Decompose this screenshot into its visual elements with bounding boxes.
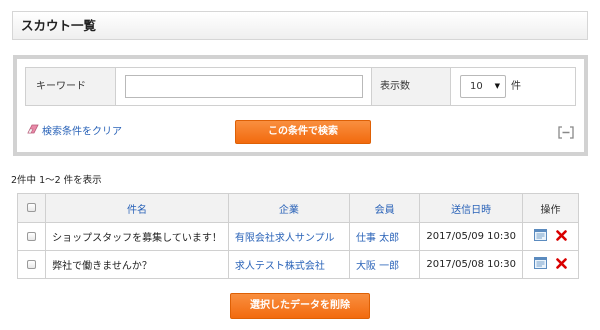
column-header-operation: 操作 <box>521 193 580 223</box>
row-sent-at: 2017/05/09 10:30 <box>419 222 523 251</box>
row-member-link[interactable]: 仕事 太郎 <box>348 222 421 251</box>
row-select-cell <box>16 250 47 279</box>
view-icon[interactable] <box>534 257 548 272</box>
clear-conditions-link[interactable]: 検索条件をクリア <box>27 124 122 140</box>
table-row: 弊社で働きませんか？ 求人テスト株式会社 大阪 一郎 2017/05/08 10… <box>16 250 580 279</box>
select-all-cell <box>16 193 47 223</box>
row-checkbox[interactable] <box>27 231 37 241</box>
row-company-link[interactable]: 求人テスト株式会社 <box>227 250 350 279</box>
chevron-down-icon: ▼ <box>494 82 500 90</box>
column-header-member[interactable]: 会員 <box>348 193 421 223</box>
display-count-suffix: 件 <box>511 81 521 92</box>
column-header-subject[interactable]: 件名 <box>45 193 229 223</box>
view-icon[interactable] <box>534 229 548 244</box>
delete-icon[interactable] <box>555 257 567 272</box>
row-member-link[interactable]: 大阪 一郎 <box>348 250 421 279</box>
row-sent-at: 2017/05/08 10:30 <box>419 250 523 279</box>
scout-results-table: 件名 企業 会員 送信日時 操作 ショップスタッフを募集しています！ 有限会社求… <box>16 193 580 279</box>
table-row: ショップスタッフを募集しています！ 有限会社求人サンプル 仕事 太郎 2017/… <box>16 222 580 251</box>
result-count-summary: 2件中 1～2 件を表示 <box>11 175 102 186</box>
delete-selected-button[interactable]: 選択したデータを削除 <box>230 293 370 319</box>
eraser-icon <box>27 124 39 139</box>
row-operations <box>521 222 580 251</box>
clear-conditions-label: 検索条件をクリア <box>42 126 122 138</box>
row-subject: 弊社で働きませんか？ <box>45 250 229 279</box>
column-header-company[interactable]: 企業 <box>227 193 350 223</box>
delete-icon[interactable] <box>555 229 567 244</box>
display-count-label: 表示数 <box>371 68 451 105</box>
row-checkbox[interactable] <box>27 259 37 269</box>
keyword-label: キーワード <box>26 68 116 105</box>
display-count-select[interactable]: 10 ▼ <box>460 75 506 98</box>
search-panel: キーワード 表示数 10 ▼ 件 検索条件をクリア この条件で検索 <box>13 55 588 156</box>
page-title: スカウト一覧 <box>12 11 588 40</box>
row-select-cell <box>16 222 47 251</box>
row-subject: ショップスタッフを募集しています！ <box>45 222 229 251</box>
collapse-icon[interactable] <box>558 126 574 139</box>
keyword-input[interactable] <box>125 75 363 98</box>
table-header-row: 件名 企業 会員 送信日時 操作 <box>16 193 580 223</box>
search-submit-button[interactable]: この条件で検索 <box>235 120 371 144</box>
row-operations <box>521 250 580 279</box>
select-all-checkbox[interactable] <box>27 203 37 212</box>
search-conditions-row: キーワード 表示数 10 ▼ 件 <box>25 67 576 106</box>
row-company-link[interactable]: 有限会社求人サンプル <box>227 222 350 251</box>
column-header-sent-at[interactable]: 送信日時 <box>419 193 523 223</box>
display-count-value: 10 <box>470 81 483 92</box>
